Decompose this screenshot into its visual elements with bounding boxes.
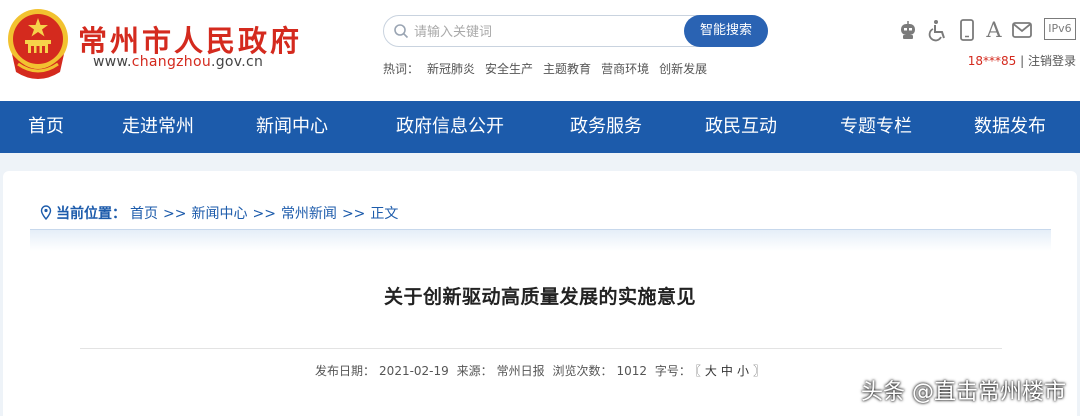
- watermark: 头条 @直击常州楼市: [861, 380, 1066, 405]
- view-count: 1012: [616, 364, 648, 378]
- font-size-large-button[interactable]: 大: [705, 364, 717, 378]
- breadcrumb-changzhou-news[interactable]: 常州新闻: [281, 206, 337, 222]
- ipv6-icon: IPv6: [1044, 18, 1076, 40]
- site-url[interactable]: www.changzhou.gov.cn: [93, 54, 263, 70]
- search-input[interactable]: [414, 21, 674, 43]
- hot-word-link[interactable]: 安全生产: [485, 62, 533, 76]
- publish-date: 2021-02-19: [379, 364, 449, 378]
- nav-home[interactable]: 首页: [28, 101, 64, 153]
- national-emblem-icon[interactable]: [4, 6, 72, 80]
- user-divider: |: [1020, 54, 1025, 68]
- views-label: 浏览次数：: [552, 364, 613, 378]
- title-divider: [80, 348, 1002, 349]
- breadcrumb-separator: >>: [163, 206, 187, 222]
- mobile-icon[interactable]: [955, 18, 979, 42]
- mail-icon[interactable]: [1010, 18, 1034, 42]
- breadcrumb-news-center[interactable]: 新闻中心: [191, 206, 247, 222]
- location-pin-icon: [40, 205, 52, 220]
- nav-gov-services[interactable]: 政务服务: [570, 101, 642, 153]
- breadcrumb: 当前位置： 首页 >> 新闻中心 >> 常州新闻 >> 正文: [40, 203, 398, 223]
- nav-about-changzhou[interactable]: 走进常州: [122, 101, 194, 153]
- url-suffix: .gov.cn: [211, 54, 264, 70]
- accessibility-icon[interactable]: [926, 18, 950, 42]
- user-status: 18***85 | 注销登录: [968, 52, 1076, 69]
- font-size-bracket-open: 〖: [694, 364, 701, 378]
- url-highlight: changzhou: [131, 54, 211, 70]
- hot-words-label: 热词：: [383, 62, 420, 76]
- search-icon: [394, 24, 409, 39]
- source: 常州日报: [496, 364, 545, 378]
- smart-search-button[interactable]: 智能搜索: [684, 15, 768, 47]
- nav-news-center[interactable]: 新闻中心: [256, 101, 328, 153]
- breadcrumb-home[interactable]: 首页: [130, 206, 158, 222]
- hot-words: 热词： 新冠肺炎 安全生产 主题教育 营商环境 创新发展: [383, 60, 717, 77]
- breadcrumb-current: 正文: [370, 206, 399, 222]
- nav-special-topics[interactable]: 专题专栏: [840, 101, 912, 153]
- breadcrumb-divider: [30, 229, 1051, 251]
- search-box: 智能搜索: [383, 15, 768, 47]
- hot-word-link[interactable]: 主题教育: [543, 62, 591, 76]
- source-label: 来源：: [456, 364, 493, 378]
- publish-date-label: 发布日期：: [315, 364, 376, 378]
- nav-interaction[interactable]: 政民互动: [705, 101, 777, 153]
- breadcrumb-separator: >>: [341, 206, 366, 222]
- hot-word-link[interactable]: 创新发展: [659, 62, 707, 76]
- article-title: 关于创新驱动高质量发展的实施意见: [383, 286, 696, 308]
- site-header: 常州市人民政府 www.changzhou.gov.cn 智能搜索 热词：新冠肺…: [0, 0, 1080, 101]
- url-prefix: www.: [93, 54, 132, 70]
- font-size-medium-button[interactable]: 中: [721, 364, 733, 378]
- logout-link[interactable]: 注销登录: [1028, 54, 1076, 68]
- font-size-label: 字号：: [654, 364, 691, 378]
- robot-icon[interactable]: [896, 18, 920, 42]
- username[interactable]: 18***85: [968, 54, 1017, 68]
- nav-gov-info[interactable]: 政府信息公开: [396, 101, 504, 153]
- hot-word-link[interactable]: 新冠肺炎: [427, 62, 475, 76]
- nav-data-release[interactable]: 数据发布: [974, 101, 1046, 153]
- font-size-small-button[interactable]: 小: [737, 364, 749, 378]
- breadcrumb-label: 当前位置：: [56, 206, 126, 222]
- font-size-bracket-close: 〗: [752, 364, 765, 378]
- hot-word-link[interactable]: 营商环境: [601, 62, 649, 76]
- breadcrumb-separator: >>: [252, 206, 276, 222]
- font-size-icon[interactable]: A: [982, 18, 1006, 42]
- main-nav: 首页 走进常州 新闻中心 政府信息公开 政务服务 政民互动 专题专栏 数据发布: [0, 101, 1080, 153]
